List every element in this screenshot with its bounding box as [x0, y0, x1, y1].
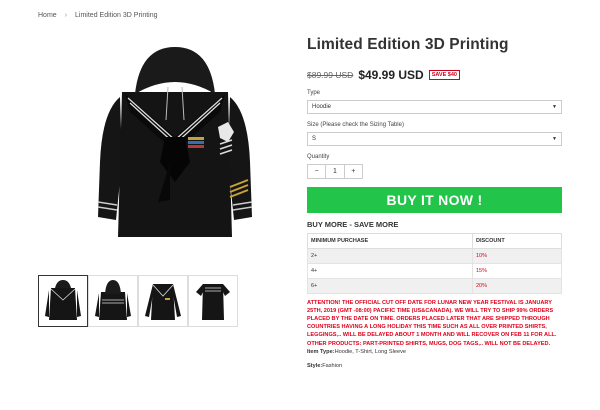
breadcrumb: Home › Limited Edition 3D Printing: [38, 12, 158, 19]
item-type-label: Item Type:: [307, 348, 335, 355]
quantity-decrease-button[interactable]: −: [308, 165, 325, 178]
style-label: Style:: [307, 362, 323, 369]
compare-price: $89.99 USD: [307, 70, 354, 80]
chevron-down-icon: ▼: [552, 136, 557, 142]
buy-more-heading: BUY MORE - SAVE MORE: [307, 220, 399, 229]
breadcrumb-home-link[interactable]: Home: [38, 12, 57, 19]
discount-cell: 10%: [472, 248, 562, 264]
quantity-input[interactable]: 1: [325, 165, 345, 178]
type-select-value: Hoodie: [312, 104, 332, 110]
chevron-down-icon: ▼: [552, 104, 557, 110]
item-type: Item Type:Hoodie, T-Shirt, Long Sleeve: [307, 349, 562, 355]
size-select[interactable]: S ▼: [307, 132, 562, 146]
thumbnail-longsleeve[interactable]: [138, 275, 188, 327]
table-row: 4+ 15%: [307, 263, 562, 279]
thumbnail-back[interactable]: [88, 275, 138, 327]
thumbnail-front[interactable]: [38, 275, 88, 327]
table-row: 6+ 20%: [307, 278, 562, 294]
breadcrumb-separator: ›: [64, 12, 68, 19]
thumbnail-tshirt[interactable]: [188, 275, 238, 327]
style: Style:Fashion: [307, 363, 562, 369]
table-row: 2+ 10%: [307, 248, 562, 264]
min-cell: 4+: [307, 263, 473, 279]
quantity-label: Quantity: [307, 154, 330, 160]
breadcrumb-current: Limited Edition 3D Printing: [75, 12, 158, 19]
save-badge: SAVE $40: [428, 70, 460, 80]
quantity-stepper: − 1 +: [307, 164, 363, 179]
col-minimum-purchase: MINIMUM PURCHASE: [307, 233, 473, 249]
product-title: Limited Edition 3D Printing: [307, 36, 509, 53]
thumbnail-strip: [38, 275, 238, 327]
price-row: $89.99 USD $49.99 USD SAVE $40: [307, 68, 562, 82]
type-select[interactable]: Hoodie ▼: [307, 100, 562, 114]
quantity-increase-button[interactable]: +: [345, 165, 362, 178]
item-type-value: Hoodie, T-Shirt, Long Sleeve: [334, 348, 406, 355]
style-value: Fashion: [322, 362, 343, 369]
discount-table: MINIMUM PURCHASE DISCOUNT 2+ 10% 4+ 15% …: [307, 233, 562, 294]
shipping-notice: ATTENTION! THE OFFICIAL CUT OFF DATE FOR…: [307, 300, 557, 347]
buy-it-now-button[interactable]: BUY IT NOW !: [307, 187, 562, 213]
type-label: Type: [307, 90, 321, 96]
col-discount: DISCOUNT: [472, 233, 562, 249]
min-cell: 6+: [307, 278, 473, 294]
product-info: Limited Edition 3D Printing $89.99 USD $…: [307, 36, 562, 369]
min-cell: 2+: [307, 248, 473, 264]
size-label: Size (Please check the Sizing Table): [307, 122, 404, 128]
discount-cell: 15%: [472, 263, 562, 279]
discount-cell: 20%: [472, 278, 562, 294]
product-main-image[interactable]: [80, 42, 270, 252]
size-select-value: S: [312, 136, 317, 142]
sale-price: $49.99 USD: [358, 68, 424, 82]
